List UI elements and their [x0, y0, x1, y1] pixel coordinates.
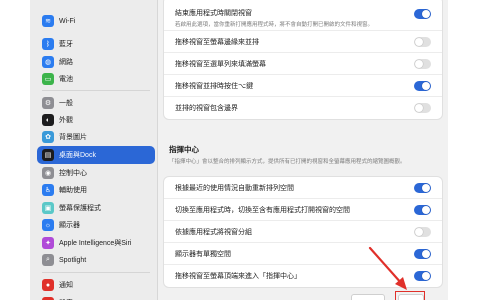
annotation-highlight-box [395, 291, 425, 300]
system-settings-window: ≋ Wi-Fi ᛒ 藍牙 ◍ 網路 ▭ 電池 ⚙ 一般 ◐ 外觀 ✿ 背景圖片 [0, 0, 480, 300]
annotation-arrow-icon [368, 246, 407, 290]
